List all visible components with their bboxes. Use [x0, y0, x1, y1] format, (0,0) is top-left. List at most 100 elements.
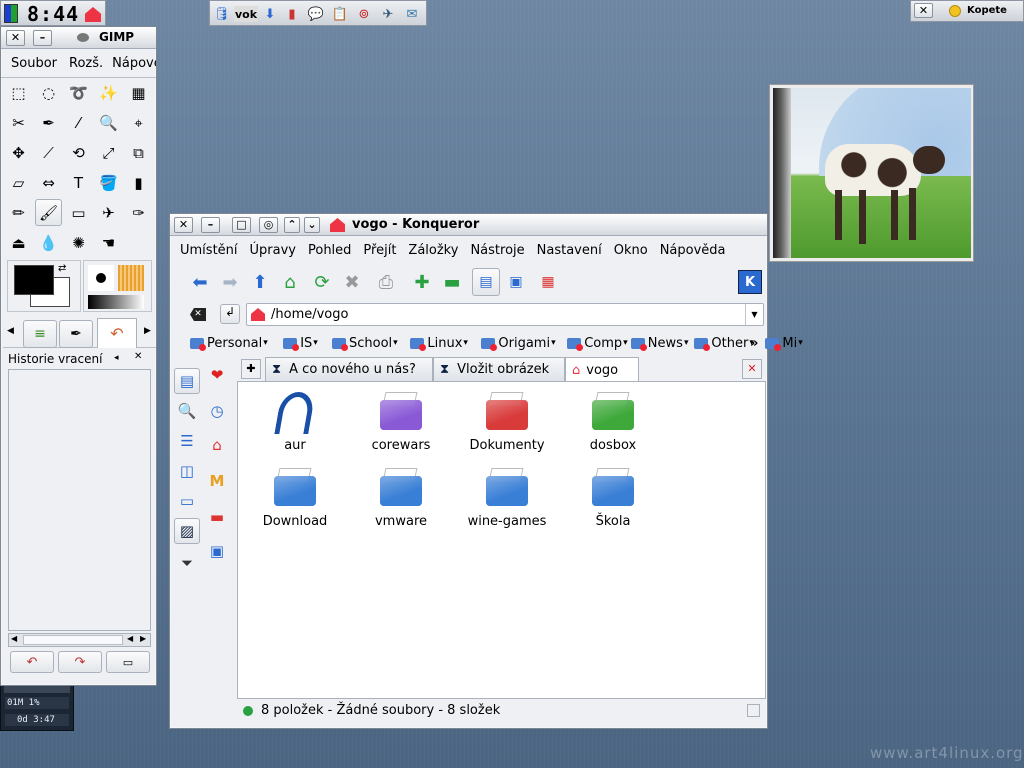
history-sidebar-icon[interactable]: ◷ [204, 398, 230, 424]
bookmark-comp[interactable]: Comp ▾ [567, 332, 628, 354]
tab-a-co-noveho[interactable]: ⧗ A co nového u nás? [265, 357, 433, 381]
mail-check-icon[interactable]: 📋 [330, 4, 350, 24]
print-button[interactable]: ⎙ [372, 268, 400, 296]
window-sidebar-icon[interactable]: ▭ [174, 488, 200, 514]
icon-view-button[interactable]: ▤ [472, 268, 500, 296]
folder-sidebar-icon[interactable]: ▬ [204, 504, 230, 530]
split-vertical-icon[interactable]: ◫ [174, 458, 200, 484]
keep-below-button[interactable]: ⌄ [304, 217, 320, 233]
pattern-preview[interactable] [118, 265, 144, 291]
keyboard-layout-icon[interactable]: ▮ [282, 4, 302, 24]
tool-blur-icon[interactable]: 💧 [35, 229, 62, 256]
zoom-out-button[interactable]: ▬ [438, 268, 466, 296]
kde-logo-icon[interactable]: K [738, 270, 762, 294]
tool-blend-icon[interactable]: ▮ [125, 169, 152, 196]
up-button[interactable]: ⬆ [246, 268, 274, 296]
tool-clone-icon[interactable]: ⏏ [5, 229, 32, 256]
network-icon[interactable]: ⊚ [354, 4, 374, 24]
tab-vlozit-obrazek[interactable]: ⧗ Vložit obrázek [433, 357, 565, 381]
new-tab-icon[interactable]: ✚ [241, 359, 261, 379]
reload-button[interactable]: ⟳ [308, 268, 336, 296]
tool-measure-icon[interactable]: ⌖ [125, 109, 152, 136]
close-tab-icon[interactable]: ✕ [742, 359, 762, 379]
bookmark-linux[interactable]: Linux ▾ [410, 332, 468, 354]
tool-crop-icon[interactable]: ⟋ [35, 139, 62, 166]
bookmark-is[interactable]: IS ▾ [283, 332, 318, 354]
home-sidebar-icon[interactable]: ⌂ [204, 432, 230, 458]
disk-icon[interactable]: 🛢 [212, 4, 232, 24]
menu-pohled[interactable]: Pohled [308, 243, 351, 258]
paths-tab[interactable]: ✒ [59, 320, 93, 348]
gimp-titlebar[interactable]: ✕ – GIMP [1, 27, 156, 49]
clear-location-icon[interactable]: ✕ [190, 308, 206, 321]
gradient-preview[interactable] [88, 295, 144, 309]
desktop-pager-icon[interactable] [4, 4, 18, 23]
image-sidebar-icon[interactable]: ▨ [174, 518, 200, 544]
link-view-checkbox[interactable] [747, 704, 760, 717]
swap-colors-icon[interactable]: ⇄ [58, 263, 66, 274]
go-button[interactable]: ↲ [220, 304, 240, 324]
menu-zalozky[interactable]: Záložky [408, 243, 458, 258]
wallet-icon[interactable]: ✈ [378, 4, 398, 24]
menu-okno[interactable]: Okno [614, 243, 648, 258]
bookmark-news[interactable]: News ▾ [630, 332, 688, 354]
location-input[interactable]: /home/vogo ▼ [246, 303, 764, 326]
split-horizontal-icon[interactable]: ☰ [174, 428, 200, 454]
menu-upravy[interactable]: Úpravy [250, 243, 296, 258]
minimize-button[interactable]: – [201, 217, 220, 233]
close-button[interactable]: ✕ [914, 3, 933, 18]
brush-preview[interactable] [88, 265, 114, 291]
download-icon[interactable]: ⬇ [260, 4, 280, 24]
tool-ellipse-select-icon[interactable]: ◌ [35, 79, 62, 106]
mail-icon[interactable]: ✉ [402, 4, 422, 24]
tool-paintbrush-icon[interactable]: 🖌 [35, 199, 62, 226]
tool-lasso-icon[interactable]: ➰ [65, 79, 92, 106]
redo-button[interactable]: ↷ [58, 651, 102, 673]
layers-tab[interactable]: ≡ [23, 320, 57, 348]
file-item[interactable]: Dokumenty [462, 390, 552, 453]
tool-flip-icon[interactable]: ⇔ [35, 169, 62, 196]
sticky-button[interactable]: ◎ [259, 217, 278, 233]
file-item[interactable]: corewars [356, 390, 446, 453]
keep-above-button[interactable]: ⌃ [284, 217, 300, 233]
bookmark-personal[interactable]: Personal ▾ [190, 332, 268, 354]
scroll-left-icon[interactable]: ◀ [7, 326, 14, 336]
tool-by-color-select-icon[interactable]: ▦ [125, 79, 152, 106]
maximize-button[interactable]: □ [232, 217, 251, 233]
filter-icon[interactable]: ⏷ [174, 550, 200, 576]
minimize-button[interactable]: – [33, 30, 52, 46]
close-button[interactable]: ✕ [174, 217, 193, 233]
file-item[interactable]: vmware [356, 466, 446, 529]
tool-text-icon[interactable]: T [65, 169, 92, 196]
clock[interactable]: 8:44 [27, 2, 79, 26]
history-scrollbar[interactable]: ◀ ◀ ▶ [8, 633, 151, 647]
tool-bucket-fill-icon[interactable]: 🪣 [95, 169, 122, 196]
file-item[interactable]: Škola [568, 466, 658, 529]
tool-color-picker-icon[interactable]: ⁄ [65, 109, 92, 136]
menu-napoveda[interactable]: Nápověda [660, 243, 726, 258]
history-menu-icon[interactable]: ◂ [114, 353, 119, 363]
bookmark-other[interactable]: Other ▾ [694, 332, 754, 354]
konqueror-titlebar[interactable]: ✕ – □ ◎ ⌃ ⌄ vogo - Konqueror [170, 214, 767, 236]
tool-pencil-icon[interactable]: ✏ [5, 199, 32, 226]
scroll-right-icon[interactable]: ▶ [144, 326, 151, 336]
bookmark-school[interactable]: School ▾ [332, 332, 398, 354]
bookmark-mi[interactable]: Mi ▾ [765, 332, 803, 354]
foreground-color-swatch[interactable] [14, 265, 54, 295]
undo-history-tab[interactable]: ↶ [97, 318, 137, 348]
file-item[interactable]: aur [250, 390, 340, 453]
tray-label[interactable]: vok [234, 6, 258, 22]
tool-scissors-icon[interactable]: ✂ [5, 109, 32, 136]
tool-rect-select-icon[interactable]: ⬚ [5, 79, 32, 106]
tool-zoom-icon[interactable]: 🔍 [95, 109, 122, 136]
close-button[interactable]: ✕ [6, 30, 25, 46]
file-item[interactable]: Download [250, 466, 340, 529]
menu-umisteni[interactable]: Umístění [180, 243, 238, 258]
more-bookmarks-icon[interactable]: » [750, 332, 758, 354]
bookmarks-sidebar-icon[interactable]: ❤ [204, 362, 230, 388]
home-button[interactable]: ⌂ [276, 268, 304, 296]
tool-fuzzy-select-icon[interactable]: ✨ [95, 79, 122, 106]
menu-soubor[interactable]: Soubor [11, 56, 57, 71]
thumbnail-view-button[interactable]: ▦ [534, 268, 562, 296]
tool-ink-icon[interactable]: ✑ [125, 199, 152, 226]
